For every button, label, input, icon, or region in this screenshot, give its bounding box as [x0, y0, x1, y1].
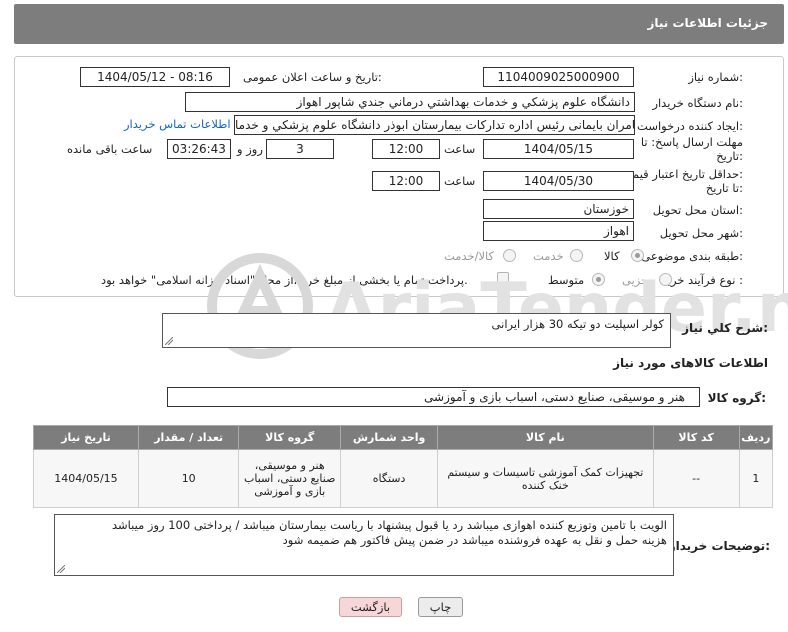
city-label: شهر محل تحویل: — [659, 226, 743, 240]
cell-qty: 10 — [137, 449, 240, 508]
cell-group: هنر و موسیقی، صنایع دستی، اسباب بازی و آ… — [238, 449, 342, 508]
category-radio-service[interactable] — [570, 249, 583, 262]
goods-group-label: گروه کالا: — [707, 391, 766, 405]
validity-label-date: تا تاریخ: — [705, 181, 743, 195]
validity-time-field: 12:00 — [372, 171, 440, 191]
print-button[interactable]: چاپ — [418, 597, 463, 617]
treasury-payment-checkbox[interactable] — [497, 272, 509, 284]
goods-group-field: هنر و موسیقی، صنایع دستی، اسباب بازی و آ… — [167, 387, 700, 407]
buyer-notes-label: توضیحات خریدار: — [668, 539, 770, 553]
col-row: ردیف — [738, 425, 774, 450]
page-title: جزئیات اطلاعات نیاز — [647, 16, 768, 30]
process-radio-minor[interactable] — [659, 273, 672, 286]
resize-grip-icon[interactable] — [165, 337, 173, 345]
page-header: جزئیات اطلاعات نیاز — [14, 4, 784, 44]
validity-time-label: ساعت — [444, 174, 476, 188]
buyer-notes-line-2: هزینه حمل و نقل به عهده فروشنده میباشد د… — [282, 533, 667, 547]
buyer-org-field: دانشگاه علوم پزشکي و خدمات بهداشتي درمان… — [185, 92, 635, 112]
col-unit: واحد شمارش — [340, 425, 439, 450]
announce-datetime-label: تاریخ و ساعت اعلان عمومی: — [243, 70, 382, 84]
deadline-label-date: تاریخ: — [716, 149, 743, 163]
goods-table: ردیف کد کالا نام کالا واحد شمارش گروه کا… — [33, 425, 774, 508]
category-radio-both[interactable] — [503, 249, 516, 262]
remaining-time-field: 03:26:43 — [167, 139, 231, 159]
process-option-medium: متوسط — [548, 273, 585, 287]
buyer-org-label: نام دستگاه خریدار: — [652, 96, 743, 110]
creator-label: ایجاد کننده درخواست: — [637, 119, 743, 133]
back-button[interactable]: بازگشت — [339, 597, 402, 617]
cell-date: 1404/05/15 — [33, 449, 139, 508]
treasury-payment-note: پرداخت تمام یا بخشی از مبلغ خرید،از محل … — [101, 273, 468, 287]
col-name: نام کالا — [437, 425, 654, 450]
city-field: اهواز — [483, 221, 634, 241]
days-label: روز و — [237, 142, 263, 156]
process-radio-medium[interactable] — [592, 273, 605, 286]
cell-unit: دستگاه — [340, 449, 439, 508]
creator-field: کامران بایمانی رئیس اداره تدارکات بیمارس… — [234, 115, 635, 135]
goods-section-title: اطلاعات کالاهای مورد نیاز — [613, 356, 768, 370]
buyer-notes-line-1: الویت با تامین وتوزیع کننده اهوازی میباش… — [111, 518, 667, 532]
buyer-contact-link[interactable]: اطلاعات تماس خریدار — [124, 117, 231, 131]
cell-name: تجهیزات کمک آموزشی تاسیسات و سیستم خنک ک… — [437, 449, 654, 508]
category-option-service: خدمت — [533, 249, 564, 263]
summary-label: شرح کلي نياز: — [682, 321, 768, 335]
col-code: کد کالا — [652, 425, 740, 450]
category-option-both: کالا/خدمت — [444, 249, 495, 263]
province-field: خوزستان — [483, 199, 634, 219]
deadline-date-field: 1404/05/15 — [483, 139, 634, 159]
process-option-minor: جزیی — [622, 273, 649, 287]
category-radio-goods[interactable] — [631, 249, 644, 262]
goods-table-header: ردیف کد کالا نام کالا واحد شمارش گروه کا… — [33, 425, 774, 450]
cell-code: -- — [652, 449, 740, 508]
validity-label: حداقل تاریخ اعتبار قیمت: — [621, 167, 743, 181]
process-type-label: نوع فرآیند خرید : — [661, 273, 743, 287]
days-remaining-field: 3 — [266, 139, 334, 159]
buyer-notes-textarea[interactable]: الویت با تامین وتوزیع کننده اهوازی میباش… — [54, 514, 674, 576]
col-qty: تعداد / مقدار — [137, 425, 240, 450]
resize-grip-icon[interactable] — [57, 565, 65, 573]
summary-textarea[interactable]: کولر اسپلیت دو تیکه 30 هزار ایرانی — [162, 313, 671, 348]
col-date: تاریخ نیاز — [33, 425, 139, 450]
deadline-label: مهلت ارسال پاسخ: تا — [640, 135, 743, 149]
province-label: استان محل تحویل: — [652, 203, 743, 217]
cell-row: 1 — [738, 449, 774, 508]
table-row[interactable]: 1 -- تجهیزات کمک آموزشی تاسیسات و سیستم … — [33, 449, 774, 508]
remaining-time-label: ساعت باقی مانده — [67, 142, 153, 156]
announce-datetime-field: 1404/05/12 - 08:16 — [80, 67, 230, 87]
need-number-label: شماره نیاز: — [688, 70, 743, 84]
col-group: گروه کالا — [238, 425, 342, 450]
category-label: طبقه بندی موضوعی: — [641, 249, 743, 263]
validity-date-field: 1404/05/30 — [483, 171, 634, 191]
category-option-goods: کالا — [604, 249, 620, 263]
deadline-time-field: 12:00 — [372, 139, 440, 159]
need-number-field: 1104009025000900 — [483, 67, 634, 87]
deadline-time-label: ساعت — [444, 142, 476, 156]
summary-text: کولر اسپلیت دو تیکه 30 هزار ایرانی — [491, 317, 664, 331]
